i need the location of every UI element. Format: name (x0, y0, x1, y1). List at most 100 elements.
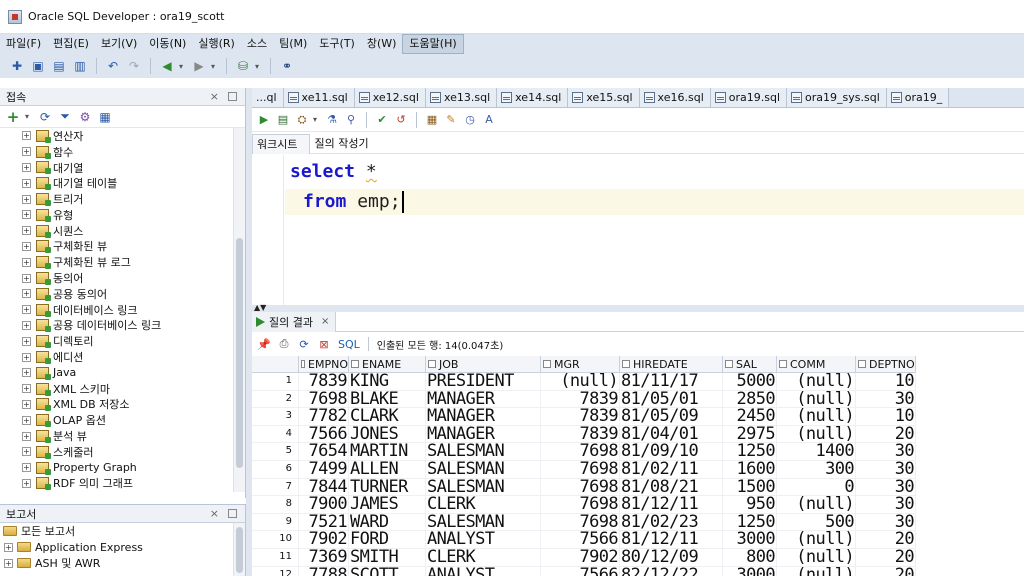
table-cell[interactable]: 81/05/01 (620, 390, 723, 409)
table-cell[interactable]: 81/11/17 (620, 373, 723, 391)
tree-node[interactable]: + 동의어 (0, 270, 245, 286)
table-cell[interactable]: 80/12/09 (620, 548, 723, 567)
tree-scrollbar-thumb[interactable] (236, 238, 243, 468)
table-cell[interactable]: 30 (856, 443, 916, 461)
autotrace-dropdown-icon[interactable]: ▾ (313, 115, 321, 124)
expand-icon[interactable]: + (22, 289, 31, 299)
table-cell[interactable]: 81/12/11 (620, 496, 723, 514)
sort-icon[interactable] (858, 360, 866, 368)
column-header[interactable]: HIREDATE (620, 356, 723, 373)
table-cell[interactable]: 7698 (299, 390, 349, 409)
report-item-apex[interactable]: + Application Express (0, 539, 245, 555)
table-cell[interactable]: 3000 (723, 531, 777, 549)
column-header[interactable]: ENAME (349, 356, 426, 373)
expand-icon[interactable]: + (4, 558, 13, 568)
tab-worksheet[interactable]: 워크시트 (252, 133, 311, 154)
expand-icon[interactable]: + (22, 226, 31, 236)
autotrace-icon[interactable]: ⛭ (294, 112, 310, 128)
menu-item[interactable]: 이동(N) (143, 34, 192, 54)
table-cell[interactable]: 81/09/10 (620, 443, 723, 461)
table-cell[interactable]: 7788 (299, 566, 349, 576)
table-cell[interactable]: 81/05/09 (620, 408, 723, 426)
manage-icon[interactable]: ▦ (97, 109, 113, 125)
editor-tab[interactable]: ora19.sql (710, 88, 788, 107)
table-cell[interactable]: 81/12/11 (620, 531, 723, 549)
tree-node[interactable]: + Java (0, 365, 245, 381)
table-cell[interactable]: SALESMAN (426, 460, 541, 479)
table-cell[interactable]: JONES (349, 425, 426, 444)
table-row[interactable]: 3 7782 CLARK MANAGER 7839 81/05/09 2450 (null) 1… (252, 408, 916, 426)
expand-icon[interactable]: + (22, 273, 31, 283)
table-cell[interactable]: 30 (856, 460, 916, 479)
save-icon[interactable]: ▤ (50, 57, 68, 75)
table-cell[interactable]: 1400 (777, 443, 856, 461)
table-cell[interactable]: 0 (777, 478, 856, 497)
tree-node[interactable]: + 트리거 (0, 191, 245, 207)
table-cell[interactable]: 30 (856, 513, 916, 532)
table-cell[interactable]: (null) (777, 566, 856, 576)
tree-node[interactable]: + 시퀀스 (0, 223, 245, 239)
sort-icon[interactable] (622, 360, 630, 368)
table-row[interactable]: 8 7900 JAMES CLERK 7698 81/12/11 950 (null) 30 (252, 496, 916, 514)
table-cell[interactable]: ANALYST (426, 531, 541, 549)
table-cell[interactable]: 81/04/01 (620, 425, 723, 444)
menu-item[interactable]: 창(W) (361, 34, 403, 54)
expand-icon[interactable]: + (22, 257, 31, 267)
table-cell[interactable]: MANAGER (426, 390, 541, 409)
sql-editor[interactable]: select * from emp; (252, 155, 1024, 305)
sort-icon[interactable] (543, 360, 551, 368)
table-cell[interactable]: 20 (856, 531, 916, 549)
code-line-1[interactable]: select * (290, 161, 377, 182)
table-cell[interactable]: (null) (777, 408, 856, 426)
tree-node[interactable]: + 분석 뷰 (0, 428, 245, 444)
table-cell[interactable]: 950 (723, 496, 777, 514)
sql-link[interactable]: SQL (338, 338, 360, 351)
table-cell[interactable]: 7654 (299, 443, 349, 461)
tree-node[interactable]: + OLAP 옵션 (0, 412, 245, 428)
print-icon[interactable]: ⎙ (276, 336, 292, 352)
tree-node[interactable]: + 구체화된 뷰 (0, 239, 245, 255)
table-cell[interactable]: TURNER (349, 478, 426, 497)
tree-node[interactable]: + 유형 (0, 207, 245, 223)
editor-tab[interactable]: xe12.sql (354, 88, 426, 107)
table-cell[interactable]: 10 (856, 408, 916, 426)
table-cell[interactable]: MARTIN (349, 443, 426, 461)
table-cell[interactable]: 7782 (299, 408, 349, 426)
menu-item[interactable]: 소스 (241, 34, 273, 54)
table-cell[interactable]: 7839 (541, 408, 620, 426)
column-header[interactable]: SAL (723, 356, 777, 373)
run-statement-icon[interactable]: ▶ (256, 112, 272, 128)
table-cell[interactable]: BLAKE (349, 390, 426, 409)
table-cell[interactable]: JAMES (349, 496, 426, 514)
table-cell[interactable]: (null) (777, 548, 856, 567)
unshared-sql-icon[interactable]: ▦ (424, 112, 440, 128)
table-cell[interactable]: 7369 (299, 548, 349, 567)
table-cell[interactable]: KING (349, 373, 426, 391)
forward-icon[interactable]: ▶ (190, 57, 208, 75)
expand-icon[interactable]: + (22, 447, 31, 457)
expand-icon[interactable]: + (4, 542, 13, 552)
table-cell[interactable]: 30 (856, 390, 916, 409)
sql-worksheet-dropdown-icon[interactable]: ▾ (255, 62, 263, 71)
horizontal-splitter[interactable]: ▲▼ (252, 303, 1024, 312)
history-icon[interactable]: ◷ (462, 112, 478, 128)
table-cell[interactable]: CLERK (426, 548, 541, 567)
table-cell[interactable]: 1250 (723, 443, 777, 461)
menu-item[interactable]: 팀(M) (273, 34, 313, 54)
sort-icon[interactable] (301, 360, 306, 368)
editor-tab[interactable]: ...ql (252, 88, 284, 107)
table-cell[interactable]: 20 (856, 548, 916, 567)
table-cell[interactable]: 7844 (299, 478, 349, 497)
table-row[interactable]: 2 7698 BLAKE MANAGER 7839 81/05/01 2850 (null) 3… (252, 390, 916, 409)
tree-scrollbar[interactable] (233, 128, 245, 492)
table-row[interactable]: 127788SCOTTANALYST756682/12/223000(null)… (252, 566, 916, 576)
tree-node[interactable]: + 대기열 테이블 (0, 175, 245, 191)
run-script-icon[interactable]: ▤ (275, 112, 291, 128)
menu-item[interactable]: 보기(V) (95, 34, 143, 54)
table-cell[interactable]: MANAGER (426, 408, 541, 426)
tree-node[interactable]: + RDF 의미 그래프 (0, 476, 245, 492)
sort-icon[interactable] (725, 360, 733, 368)
undo-icon[interactable]: ↶ (104, 57, 122, 75)
tree-node[interactable]: + 공용 동의어 (0, 286, 245, 302)
sql-tuning-icon[interactable]: ⚲ (343, 112, 359, 128)
